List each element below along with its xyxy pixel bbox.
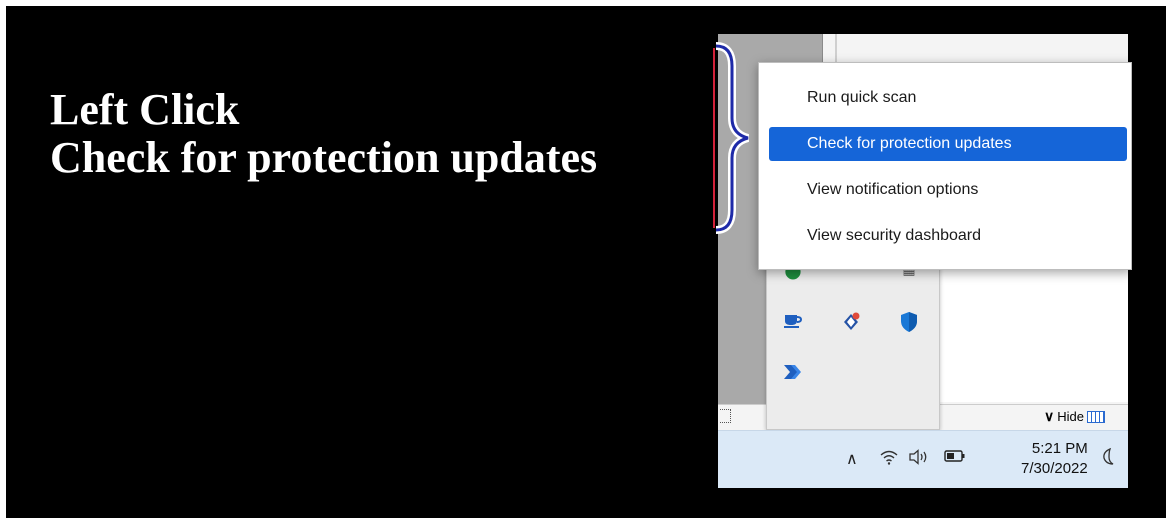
panel-toggle-icon xyxy=(1087,410,1105,423)
resize-grip-icon xyxy=(720,409,731,423)
curly-brace-annotation xyxy=(713,42,750,234)
tray-overflow-flyout: ● — ▦ xyxy=(766,244,940,430)
coffee-cup-icon[interactable] xyxy=(781,311,805,333)
instruction-caption: Left Click Check for protection updates xyxy=(50,86,597,182)
menu-item-run-quick-scan[interactable]: Run quick scan xyxy=(769,81,1127,115)
chevron-down-icon: ∨ xyxy=(1044,408,1055,424)
clock-date: 7/30/2022 xyxy=(1021,460,1088,477)
speaker-icon[interactable] xyxy=(908,449,930,470)
sync-app-icon[interactable] xyxy=(839,311,863,337)
windows-security-shield-icon[interactable] xyxy=(897,311,921,337)
chevron-up-icon[interactable]: ∧ xyxy=(846,449,858,469)
caption-line-2: Check for protection updates xyxy=(50,133,598,182)
window-panel xyxy=(935,266,1128,402)
menu-item-view-notification-options[interactable]: View notification options xyxy=(769,173,1127,207)
menu-item-view-security-dashboard[interactable]: View security dashboard xyxy=(769,219,1127,253)
battery-icon[interactable] xyxy=(944,449,966,468)
menu-item-check-protection-updates[interactable]: Check for protection updates xyxy=(769,127,1127,161)
clock-time: 5:21 PM xyxy=(1031,440,1088,457)
wifi-icon[interactable] xyxy=(880,449,898,470)
taskbar: ∧ 5:21 PM 7/30/2022 xyxy=(718,430,1128,488)
caption-line-1: Left Click xyxy=(50,85,240,134)
automate-arrow-icon[interactable] xyxy=(781,363,805,385)
hide-button-label: Hide xyxy=(1057,409,1084,424)
clock[interactable]: 5:21 PM 7/30/2022 xyxy=(1021,439,1088,479)
defender-context-menu: Run quick scan Check for protection upda… xyxy=(758,62,1132,270)
hide-button[interactable]: ∨ Hide xyxy=(1040,406,1109,427)
moon-icon[interactable] xyxy=(1100,447,1118,472)
